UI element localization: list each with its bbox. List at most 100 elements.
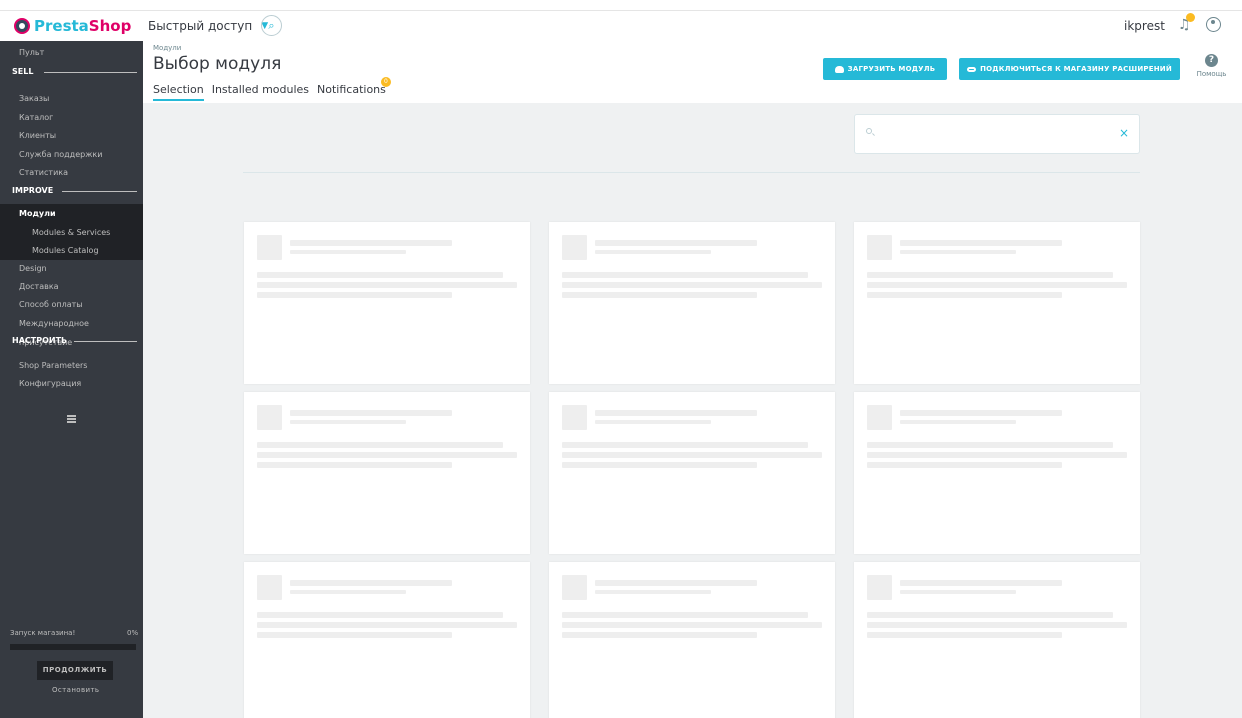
prestashop-logo-icon [14, 18, 30, 34]
skeleton-bar [290, 240, 452, 246]
onboarding-label: Запуск магазина! [10, 629, 76, 637]
skeleton-bar [562, 452, 822, 458]
cloud-upload-icon [834, 65, 844, 73]
module-card-placeholder [549, 392, 835, 554]
connect-addons-button[interactable]: ПОДКЛЮЧИТЬСЯ К МАГАЗИНУ РАСШИРЕНИЙ [959, 58, 1180, 80]
skeleton-bar [257, 282, 517, 288]
clear-search-icon[interactable]: × [1119, 127, 1129, 139]
key-icon [967, 66, 977, 72]
module-catalog-content: × [143, 103, 1242, 718]
skeleton-bar [867, 575, 892, 600]
skeleton-bar [867, 235, 892, 260]
skeleton-bar [867, 292, 1062, 298]
sidebar-item-shop-parameters[interactable]: Shop Parameters [0, 356, 143, 375]
sidebar-item-международное-присутствие[interactable]: Международное присутствие [0, 314, 143, 347]
module-card-placeholder [854, 222, 1140, 384]
skeleton-bar [257, 622, 517, 628]
logo-text-presta: Presta [34, 17, 89, 35]
section-divider-line [44, 72, 137, 73]
sidebar-section-sell: SELL [0, 63, 143, 81]
sidebar-item-статистика[interactable]: Статистика [0, 163, 143, 182]
skeleton-bar [257, 405, 282, 430]
skeleton-bar [595, 580, 757, 586]
page-header: Модули Выбор модуля Selection Installed … [143, 41, 1242, 103]
user-icon[interactable] [1206, 17, 1221, 32]
skeleton-bar [562, 622, 822, 628]
help-label: Помощь [1196, 70, 1227, 78]
sidebar: Запуск магазина! 0% ПРОДОЛЖИТЬ Остановит… [0, 41, 143, 718]
sidebar-item-конфигурация[interactable]: Конфигурация [0, 374, 143, 393]
search-icon[interactable]: ⌕ [261, 15, 282, 36]
skeleton-bar [867, 632, 1062, 638]
skeleton-bar [257, 462, 452, 468]
module-card-placeholder [244, 392, 530, 554]
help-button[interactable]: ? Помощь [1184, 54, 1239, 78]
skeleton-bar [867, 462, 1062, 468]
skeleton-bar [867, 452, 1127, 458]
skeleton-bar [257, 575, 282, 600]
module-card-placeholder [549, 562, 835, 718]
sidebar-item-заказы[interactable]: Заказы [0, 89, 143, 108]
section-divider-line [74, 341, 137, 342]
tab-notifications[interactable]: Notifications 0 [317, 77, 391, 101]
skeleton-bar [257, 235, 282, 260]
sidebar-item-modules-catalog[interactable]: Modules Catalog [0, 241, 143, 260]
skeleton-bar [562, 462, 757, 468]
sidebar-item-модули[interactable]: Модули [0, 204, 143, 223]
sidebar-item-пульт[interactable]: Пульт [0, 43, 143, 62]
skeleton-bar [562, 405, 587, 430]
skeleton-bar [257, 292, 452, 298]
skeleton-bar [867, 272, 1113, 278]
prestashop-logo[interactable]: Presta Shop [14, 17, 131, 35]
tab-selection[interactable]: Selection [153, 83, 204, 101]
skeleton-bar [290, 590, 406, 594]
onboarding-percent: 0% [127, 629, 139, 637]
continue-button[interactable]: ПРОДОЛЖИТЬ [37, 661, 113, 680]
skeleton-bar [290, 250, 406, 254]
module-card-placeholder [244, 562, 530, 718]
skeleton-bar [867, 405, 892, 430]
skeleton-bar [562, 632, 757, 638]
skeleton-bar [257, 442, 503, 448]
stop-link[interactable]: Остановить [52, 686, 99, 694]
page-title: Выбор модуля [153, 54, 282, 74]
skeleton-bar [595, 410, 757, 416]
notification-badge [1186, 13, 1195, 22]
tab-notifications-label: Notifications [317, 83, 386, 96]
tab-installed-modules[interactable]: Installed modules [212, 83, 309, 101]
user-name[interactable]: ikprest [1124, 19, 1165, 33]
skeleton-bar [257, 452, 517, 458]
skeleton-bar [595, 420, 711, 424]
skeleton-bar [867, 442, 1113, 448]
menu-collapse-icon[interactable] [67, 415, 76, 423]
page-tabs: Selection Installed modules Notification… [153, 77, 391, 101]
sidebar-item-клиенты[interactable]: Клиенты [0, 126, 143, 145]
sidebar-item-способ-оплаты[interactable]: Способ оплаты [0, 295, 143, 314]
skeleton-bar [867, 282, 1127, 288]
skeleton-bar [900, 240, 1062, 246]
logo-text-shop: Shop [88, 17, 132, 35]
skeleton-bar [257, 272, 503, 278]
module-card-placeholder [244, 222, 530, 384]
module-search-box: × [854, 114, 1140, 154]
breadcrumb[interactable]: Модули [153, 44, 181, 52]
sidebar-item-modules-services[interactable]: Modules & Services [0, 223, 143, 242]
section-divider-line [62, 191, 137, 192]
search-icon [866, 128, 872, 134]
skeleton-bar [595, 590, 711, 594]
question-icon: ? [1205, 54, 1218, 67]
upload-module-label: ЗАГРУЗИТЬ МОДУЛЬ [847, 65, 936, 73]
sidebar-item-доставка[interactable]: Доставка [0, 277, 143, 296]
skeleton-bar [290, 410, 452, 416]
sidebar-item-каталог[interactable]: Каталог [0, 108, 143, 127]
module-card-placeholder [854, 562, 1140, 718]
sidebar-item-design[interactable]: Design [0, 259, 143, 278]
upload-module-button[interactable]: ЗАГРУЗИТЬ МОДУЛЬ [823, 58, 947, 80]
sidebar-item-служба-поддержки[interactable]: Служба поддержки [0, 145, 143, 164]
sidebar-section-improve: IMPROVE [0, 182, 143, 200]
module-search-input[interactable] [879, 125, 1099, 143]
module-card-placeholder [854, 392, 1140, 554]
skeleton-bar [562, 612, 808, 618]
skeleton-bar [290, 580, 452, 586]
quick-access-dropdown[interactable]: Быстрый доступ ▼ [148, 19, 268, 33]
